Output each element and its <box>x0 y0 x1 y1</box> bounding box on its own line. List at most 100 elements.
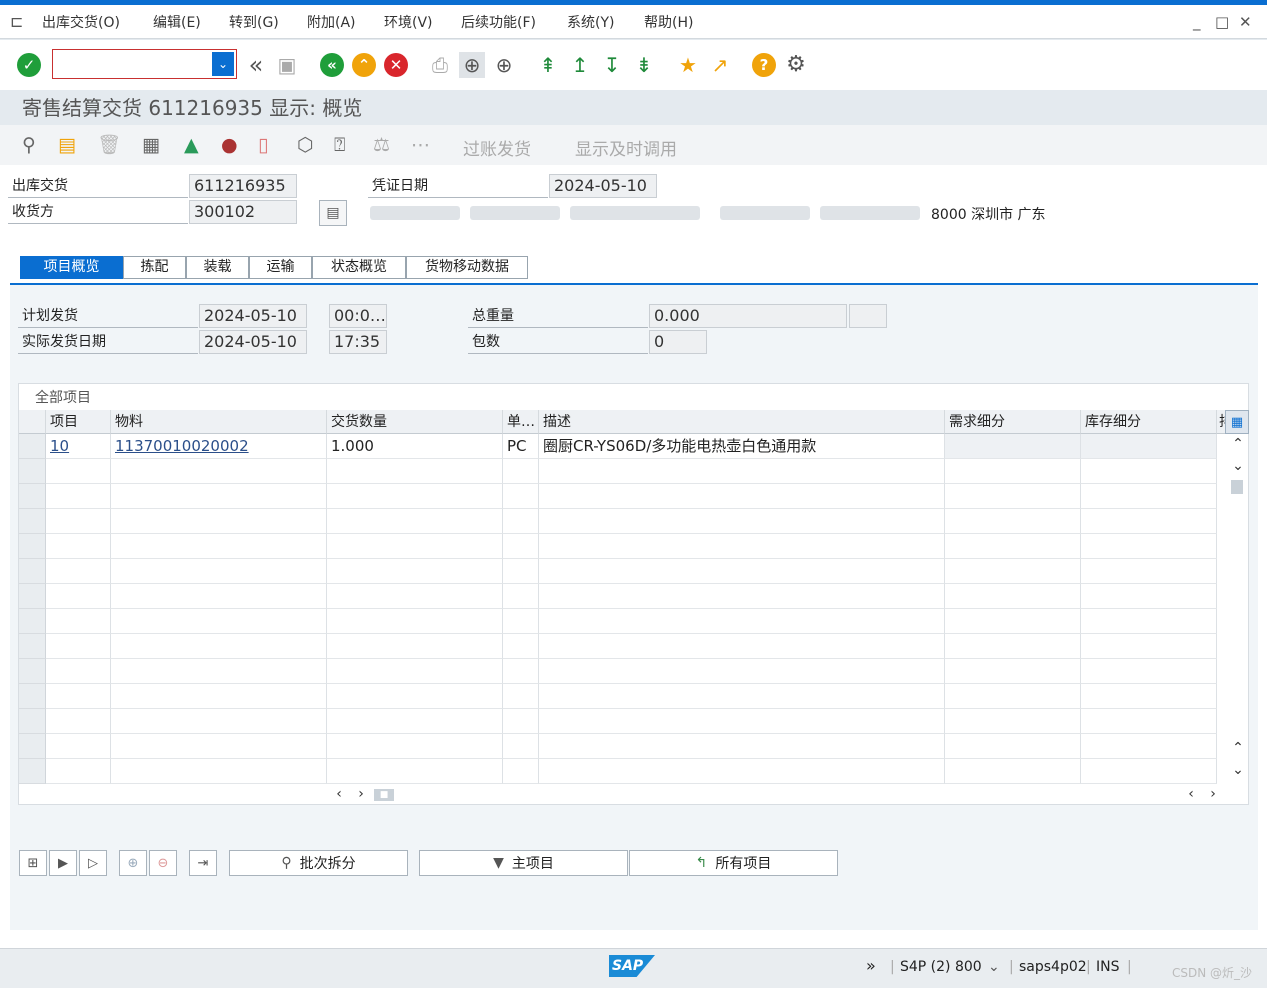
new-session-icon[interactable]: ★ <box>675 52 701 78</box>
maximize-icon[interactable]: □ <box>1215 13 1229 31</box>
address-details-icon[interactable]: ▤ <box>319 200 347 226</box>
scroll-page-up-icon[interactable]: ⌃ <box>1228 740 1248 756</box>
row-selector[interactable] <box>19 634 46 659</box>
cell-requirement-segment[interactable] <box>945 434 1081 459</box>
scale-icon[interactable]: ⚖ <box>373 134 390 156</box>
select-block-icon[interactable]: ▶ <box>49 850 77 876</box>
column-header-item[interactable]: 项目 <box>46 410 111 434</box>
command-input[interactable] <box>57 51 207 77</box>
mountain-icon[interactable]: ▲ <box>184 134 199 156</box>
delivery-field[interactable]: 611216935 <box>189 174 297 198</box>
tab-status-overview[interactable]: 状态概览 <box>312 256 406 279</box>
cell-material[interactable]: 11370010020002 <box>111 434 327 459</box>
first-page-icon[interactable]: ⇞ <box>535 52 561 78</box>
abacus-icon[interactable]: ⋯ <box>411 134 430 156</box>
tab-loading[interactable]: 装载 <box>186 256 249 279</box>
menu-environment[interactable]: 环境(V) <box>384 12 433 32</box>
close-icon[interactable]: ✕ <box>1239 13 1252 31</box>
column-header-description[interactable]: 描述 <box>539 410 945 434</box>
flag-icon[interactable]: ▯ <box>258 134 268 156</box>
details-icon[interactable]: ⇥ <box>189 850 217 876</box>
main-items-button[interactable]: ▼ 主项目 <box>419 850 628 876</box>
batch-split-button[interactable]: ⚲ 批次拆分 <box>229 850 408 876</box>
row-selector[interactable] <box>19 684 46 709</box>
packages-field[interactable]: 0 <box>649 330 707 354</box>
column-header-quantity[interactable]: 交货数量 <box>327 410 503 434</box>
doc-date-field[interactable]: 2024-05-10 <box>549 174 657 198</box>
row-selector[interactable] <box>19 709 46 734</box>
cell-item[interactable]: 10 <box>46 434 111 459</box>
actual-gi-date-field[interactable]: 2024-05-10 <box>199 330 307 354</box>
question-doc-icon[interactable]: ⍰ <box>334 134 345 156</box>
previous-page-icon[interactable]: ↥ <box>567 52 593 78</box>
back-button[interactable]: « <box>319 52 345 78</box>
scrollbar-thumb[interactable] <box>1231 480 1243 494</box>
tab-transport[interactable]: 运输 <box>249 256 312 279</box>
display-glasses-icon[interactable]: ⚲ <box>22 134 36 156</box>
scroll-down-icon[interactable]: ⌄ <box>1228 458 1248 474</box>
row-selector[interactable] <box>19 659 46 684</box>
row-selector[interactable] <box>19 434 46 459</box>
column-header-stock-segment[interactable]: 库存细分 <box>1081 410 1217 434</box>
ship-to-field[interactable]: 300102 <box>189 200 297 224</box>
hscroll-thumb[interactable]: ■ <box>374 789 394 801</box>
cancel-button[interactable]: ✕ <box>383 52 409 78</box>
planned-gi-time-field[interactable]: 00:0… <box>329 304 387 328</box>
deselect-all-icon[interactable]: ▷ <box>79 850 107 876</box>
table-settings-icon[interactable]: ▦ <box>1225 410 1249 434</box>
scroll-up-icon[interactable]: ⌃ <box>1228 436 1248 452</box>
shortcut-icon[interactable]: ↗ <box>707 52 733 78</box>
help-button[interactable]: ? <box>751 52 777 78</box>
package-icon[interactable]: ⬡ <box>297 134 314 156</box>
row-selector[interactable] <box>19 584 46 609</box>
next-page-icon[interactable]: ↧ <box>599 52 625 78</box>
menu-icon[interactable]: ⊏ <box>10 12 23 31</box>
hat-icon[interactable]: ● <box>221 134 238 156</box>
scroll-left-end-icon[interactable]: ‹ <box>1181 786 1201 802</box>
cell-material-text[interactable]: 11370010020002 <box>115 437 249 455</box>
scroll-page-down-icon[interactable]: ⌄ <box>1228 762 1248 778</box>
chevron-down-icon[interactable]: ⌄ <box>988 959 1000 975</box>
row-selector-header[interactable] <box>19 410 46 434</box>
collapse-icon[interactable]: « <box>243 52 269 78</box>
cell-quantity[interactable]: 1.000 <box>327 434 503 459</box>
menu-system[interactable]: 系统(Y) <box>567 12 614 32</box>
select-all-icon[interactable]: ⊞ <box>19 850 47 876</box>
find-icon[interactable]: ⊕ <box>459 52 485 78</box>
document-icon[interactable]: ▦ <box>142 134 160 156</box>
chevron-down-icon[interactable]: ⌄ <box>212 52 234 76</box>
all-items-button[interactable]: ↰ 所有项目 <box>629 850 838 876</box>
print-icon[interactable]: ⎙ <box>427 52 453 78</box>
scroll-right-end-icon[interactable]: › <box>1203 786 1223 802</box>
exit-button[interactable]: ⌃ <box>351 52 377 78</box>
planned-gi-date-field[interactable]: 2024-05-10 <box>199 304 307 328</box>
row-selector[interactable] <box>19 484 46 509</box>
row-selector[interactable] <box>19 609 46 634</box>
row-selector[interactable] <box>19 534 46 559</box>
menu-extras[interactable]: 附加(A) <box>307 12 356 32</box>
insert-row-icon[interactable]: ⊕ <box>119 850 147 876</box>
settings-icon[interactable]: ⚙ <box>783 52 809 78</box>
total-weight-field[interactable]: 0.000 <box>649 304 847 328</box>
row-selector[interactable] <box>19 734 46 759</box>
change-display-icon[interactable]: ▤ <box>58 134 76 156</box>
delete-icon[interactable]: 🗑 <box>97 134 121 156</box>
post-goods-issue-button[interactable]: 过账发货 <box>463 135 531 160</box>
scroll-left-icon[interactable]: ‹ <box>329 786 349 802</box>
actual-gi-time-field[interactable]: 17:35 <box>329 330 387 354</box>
column-header-material[interactable]: 物料 <box>111 410 327 434</box>
row-selector[interactable] <box>19 459 46 484</box>
cell-stock-segment[interactable] <box>1081 434 1217 459</box>
find-next-icon[interactable]: ⊕ <box>491 52 517 78</box>
enter-button[interactable]: ✓ <box>16 52 42 78</box>
cell-item-text[interactable]: 10 <box>50 437 69 455</box>
menu-help[interactable]: 帮助(H) <box>644 12 693 32</box>
column-header-unit[interactable]: 单… <box>503 410 539 434</box>
expand-status-icon[interactable]: » <box>866 956 876 975</box>
tab-goods-movement[interactable]: 货物移动数据 <box>406 256 528 279</box>
menu-delivery[interactable]: 出库交货(O) <box>42 12 120 32</box>
column-header-requirement-segment[interactable]: 需求细分 <box>945 410 1081 434</box>
tab-picking[interactable]: 拣配 <box>123 256 186 279</box>
tab-item-overview[interactable]: 项目概览 <box>20 256 123 279</box>
menu-edit[interactable]: 编辑(E) <box>153 12 201 32</box>
